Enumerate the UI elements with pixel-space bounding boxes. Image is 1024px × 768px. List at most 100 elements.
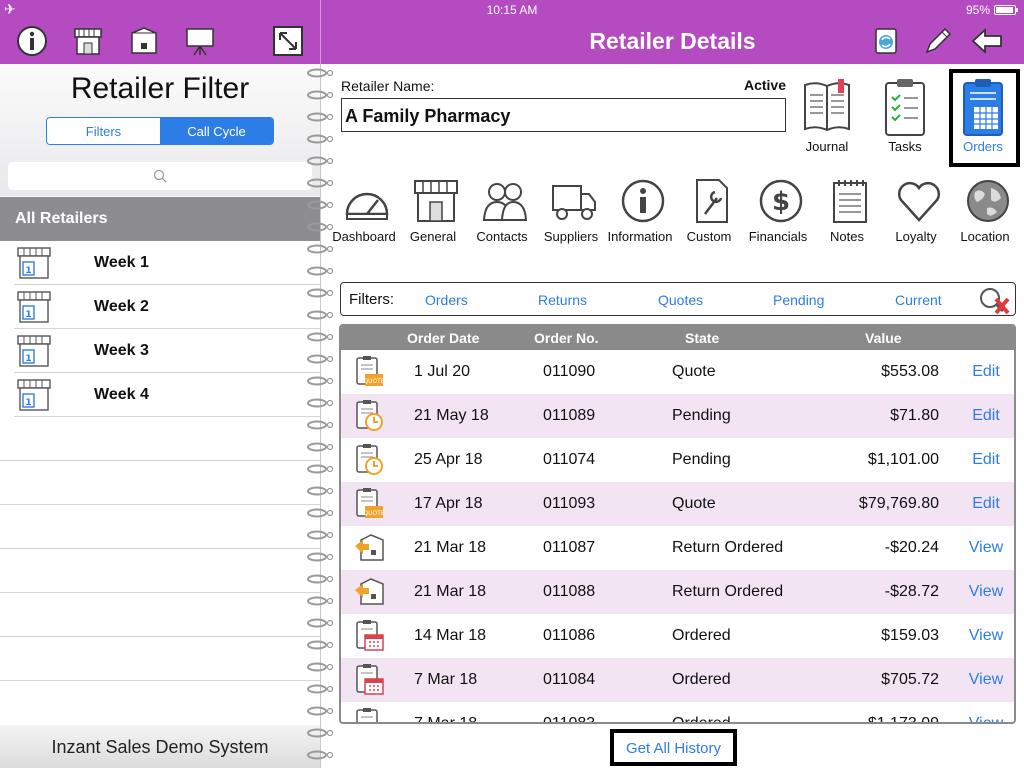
- table-row[interactable]: 14 Mar 18 011086 Ordered $159.03 View: [341, 614, 1014, 658]
- order-value: $553.08: [881, 363, 939, 380]
- edit-link[interactable]: Edit: [961, 451, 1011, 469]
- empty-row: [0, 505, 320, 549]
- segment-filters[interactable]: Filters: [47, 118, 160, 144]
- orders-table: Order Date Order No. State Value QUOTE 1…: [339, 324, 1016, 724]
- order-date: 7 Mar 18: [414, 671, 478, 688]
- filter-returns[interactable]: Returns: [538, 292, 587, 308]
- order-value: $159.03: [881, 627, 939, 644]
- tasks-button[interactable]: Tasks: [870, 77, 940, 169]
- order-value: $705.72: [881, 671, 939, 688]
- retailer-status: Active: [743, 77, 786, 93]
- module-location[interactable]: Location: [945, 176, 1024, 246]
- order-state: Pending: [672, 451, 731, 468]
- edit-link[interactable]: Edit: [961, 495, 1011, 513]
- get-all-history-button[interactable]: Get All History: [610, 729, 737, 766]
- table-row[interactable]: 21 Mar 18 011088 Return Ordered -$28.72 …: [341, 570, 1014, 614]
- svg-text:$: $: [772, 187, 790, 217]
- filter-current[interactable]: Current: [895, 292, 942, 308]
- ordered-calendar-icon: [353, 708, 385, 722]
- info-icon: [621, 179, 665, 223]
- view-link[interactable]: View: [961, 583, 1011, 601]
- table-row[interactable]: QUOTE 17 Apr 18 011093 Quote $79,769.80 …: [341, 482, 1014, 526]
- back-arrow-icon[interactable]: [970, 24, 1004, 58]
- order-number: 011074: [543, 451, 596, 468]
- order-state: Ordered: [672, 627, 731, 644]
- order-number: 011084: [543, 671, 596, 688]
- status-time: 10:15 AM: [486, 3, 538, 17]
- view-link[interactable]: View: [961, 671, 1011, 689]
- view-link[interactable]: View: [961, 539, 1011, 557]
- spiral-ring: [306, 110, 336, 122]
- order-value: $71.80: [890, 407, 939, 424]
- empty-row: [0, 417, 320, 461]
- view-link[interactable]: View: [961, 715, 1011, 722]
- segment-call-cycle[interactable]: Call Cycle: [160, 118, 273, 144]
- order-date: 17 Apr 18: [414, 495, 483, 512]
- journal-button[interactable]: Journal: [792, 77, 862, 169]
- svg-text:1: 1: [25, 398, 31, 408]
- spiral-ring: [306, 374, 336, 386]
- spiral-ring: [306, 418, 336, 430]
- store-icon: [414, 180, 458, 222]
- table-row[interactable]: 21 May 18 011089 Pending $71.80 Edit: [341, 394, 1014, 438]
- order-date: 25 Apr 18: [414, 451, 483, 468]
- edit-link[interactable]: Edit: [961, 407, 1011, 425]
- view-link[interactable]: View: [961, 627, 1011, 645]
- column-value[interactable]: Value: [865, 330, 902, 346]
- list-item-week-1[interactable]: 1 Week 1: [14, 241, 320, 285]
- order-date: 21 May 18: [414, 407, 489, 424]
- order-state: Pending: [672, 407, 731, 424]
- svg-text:1: 1: [25, 266, 31, 276]
- column-order-no[interactable]: Order No.: [534, 330, 599, 346]
- table-row[interactable]: 7 Mar 18 011084 Ordered $705.72 View: [341, 658, 1014, 702]
- column-state[interactable]: State: [685, 330, 719, 346]
- list-item-week-4[interactable]: 1 Week 4: [14, 373, 320, 417]
- info-icon[interactable]: [15, 24, 49, 58]
- search-input[interactable]: [8, 162, 312, 190]
- product-box-icon[interactable]: [127, 24, 161, 58]
- spiral-ring: [306, 572, 336, 584]
- column-order-date[interactable]: Order Date: [407, 330, 479, 346]
- svg-text:QUOTE: QUOTE: [363, 510, 385, 517]
- retailer-name-field[interactable]: A Family Pharmacy: [341, 98, 786, 132]
- edit-link[interactable]: Edit: [961, 363, 1011, 381]
- order-date: 21 Mar 18: [414, 583, 487, 600]
- retailer-name-label: Retailer Name:: [341, 78, 435, 94]
- sync-icon[interactable]: [869, 24, 903, 58]
- spiral-ring: [306, 88, 336, 100]
- filters-label: Filters:: [349, 291, 394, 308]
- ordered-calendar-icon: [353, 620, 385, 652]
- store-calendar-icon: 1: [17, 247, 51, 279]
- dollar-icon: $: [759, 179, 803, 223]
- spiral-ring: [306, 440, 336, 452]
- system-name-footer: Inzant Sales Demo System: [0, 725, 320, 768]
- retailer-store-icon[interactable]: [71, 24, 105, 58]
- order-value: $1,173.09: [867, 715, 939, 724]
- pending-clock-icon: [353, 400, 385, 432]
- spiral-ring: [306, 726, 336, 738]
- clear-filter-icon[interactable]: [977, 286, 1011, 316]
- order-number: 011086: [543, 627, 596, 644]
- pending-clock-icon: [353, 444, 385, 476]
- list-item-label: Week 4: [94, 386, 149, 403]
- spiral-ring: [306, 638, 336, 650]
- section-header-all-retailers[interactable]: All Retailers: [0, 197, 320, 241]
- table-row[interactable]: 7 Mar 18 011083 Ordered $1,173.09 View: [341, 702, 1014, 724]
- spiral-ring: [306, 352, 336, 364]
- table-row[interactable]: 21 Mar 18 011087 Return Ordered -$20.24 …: [341, 526, 1014, 570]
- expand-icon[interactable]: [271, 24, 305, 58]
- edit-pencil-icon[interactable]: [921, 24, 955, 58]
- empty-row: [0, 461, 320, 505]
- table-row[interactable]: QUOTE 1 Jul 20 011090 Quote $553.08 Edit: [341, 350, 1014, 394]
- order-state: Ordered: [672, 715, 731, 724]
- filter-orders[interactable]: Orders: [425, 292, 468, 308]
- dashboard-gauge-icon: [345, 192, 389, 220]
- list-item-week-2[interactable]: 1 Week 2: [14, 285, 320, 329]
- list-item-week-3[interactable]: 1 Week 3: [14, 329, 320, 373]
- filter-quotes[interactable]: Quotes: [658, 292, 703, 308]
- table-row[interactable]: 25 Apr 18 011074 Pending $1,101.00 Edit: [341, 438, 1014, 482]
- tasks-clipboard-icon: [885, 79, 925, 136]
- presentation-icon[interactable]: [183, 24, 217, 58]
- filter-pending[interactable]: Pending: [773, 292, 824, 308]
- store-calendar-icon: 1: [17, 291, 51, 323]
